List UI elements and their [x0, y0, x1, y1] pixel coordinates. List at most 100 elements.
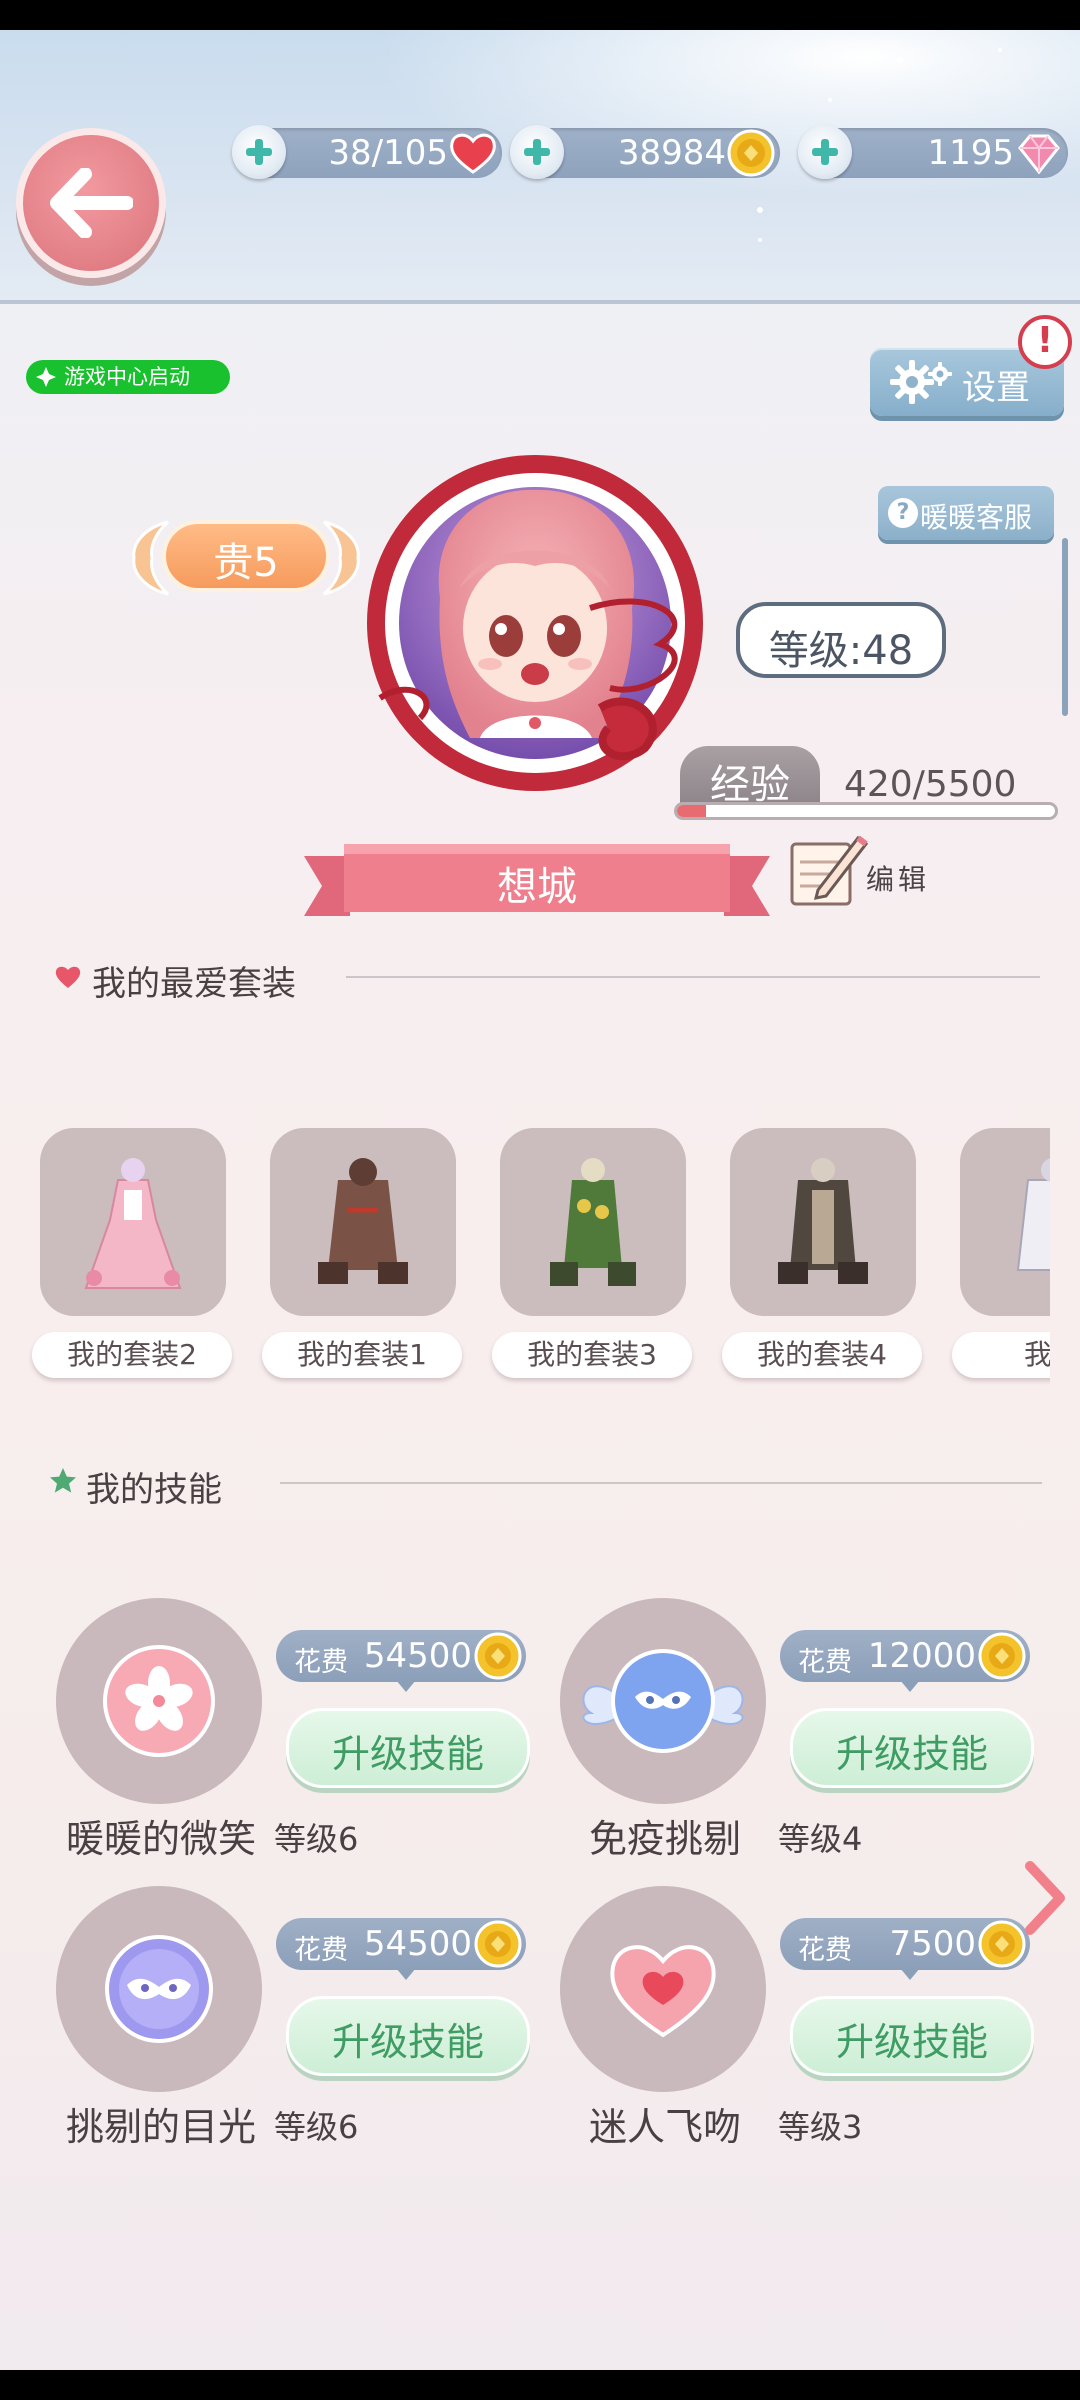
- cost-value: 12000: [867, 1636, 976, 1676]
- star-bullet-icon: [50, 1468, 76, 1493]
- alert-badge-icon: !: [1018, 315, 1072, 369]
- exp-tab: 经验: [680, 746, 820, 808]
- skill-name: 迷人飞吻: [588, 2105, 741, 2149]
- upgrade-skill-button[interactable]: 升级技能: [790, 1996, 1034, 2076]
- skill-level: 等级6: [274, 1820, 359, 1858]
- green-outfit-icon: [550, 1158, 636, 1286]
- game-center-icon: [36, 367, 56, 387]
- player-name-ribbon: 想城: [304, 840, 770, 926]
- hearts-counter: 38/105: [232, 125, 502, 179]
- game-center-badge[interactable]: 游戏中心启动: [26, 360, 230, 394]
- heart-bullet-icon: [55, 966, 81, 988]
- diamonds-counter: 1195: [798, 125, 1068, 179]
- coins-value: 38984: [617, 133, 726, 173]
- upgrade-label: 升级技能: [331, 1732, 484, 1776]
- heart-icon: [450, 133, 496, 174]
- exp-value: 420/5500: [844, 764, 1017, 805]
- coins-counter: 38984: [510, 125, 780, 179]
- gear-icon: [890, 360, 952, 404]
- outfit-card[interactable]: 我的套装4: [718, 1088, 928, 1393]
- skill-level: 等级6: [274, 2108, 359, 2146]
- coin-icon: [474, 1920, 522, 1968]
- exp-progress-fill: [677, 805, 706, 817]
- cost-label: 花费: [294, 1647, 348, 1678]
- white-outfit-icon: [1016, 1158, 1050, 1271]
- sakura-orb-icon: [103, 1645, 215, 1757]
- outfit-label: 我的: [952, 1332, 1050, 1378]
- skill-card: 免疫挑剔 等级4 花费 12000 升级技能: [560, 1598, 1060, 1868]
- upgrade-skill-button[interactable]: 升级技能: [790, 1708, 1034, 1788]
- skill-cost: 花费 54500: [276, 1630, 526, 1692]
- heart-orb-icon: [610, 1945, 716, 2038]
- outfit-label: 我的套装3: [492, 1332, 692, 1378]
- mask-orb-icon: [105, 1935, 213, 2043]
- skills-title: 我的技能: [86, 1470, 222, 1510]
- settings-label: 设置: [962, 368, 1030, 408]
- skill-card: 暖暖的微笑 等级6 花费 54500 升级技能: [56, 1598, 556, 1868]
- profile-screen: 38/105 38984 1195 游戏中心启动 设置 ! ? 暖暖客服 贵5 …: [0, 30, 1080, 2370]
- scrollbar[interactable]: [1062, 538, 1068, 716]
- level-label: 等级:48: [768, 628, 914, 674]
- customer-service-button[interactable]: ? 暖暖客服: [878, 486, 1054, 540]
- back-arrow-icon: [50, 168, 133, 238]
- cost-value: 54500: [363, 1636, 472, 1676]
- brown-outfit-icon: [318, 1158, 408, 1284]
- coin-icon: [727, 129, 775, 177]
- game-center-label: 游戏中心启动: [64, 365, 190, 389]
- outfit-card[interactable]: 我的套装2: [28, 1088, 238, 1393]
- skill-name: 暖暖的微笑: [65, 1817, 256, 1861]
- outfit-label: 我的套装1: [262, 1332, 462, 1378]
- skill-name: 免疫挑剔: [588, 1817, 741, 1861]
- skill-card: 迷人飞吻 等级3 花费 7500 升级技能: [560, 1886, 1060, 2156]
- vip-label: 贵5: [213, 540, 279, 586]
- upgrade-skill-button[interactable]: 升级技能: [286, 1996, 530, 2076]
- player-name: 想城: [497, 864, 577, 910]
- edit-name-button[interactable]: 编辑: [788, 828, 948, 918]
- skill-cost: 花费 54500: [276, 1918, 526, 1980]
- chevron-right-icon[interactable]: [1020, 1858, 1070, 1938]
- coin-icon: [474, 1632, 522, 1680]
- outfit-label: 我的套装4: [722, 1332, 922, 1378]
- favorites-divider: [346, 976, 1040, 978]
- help-icon: ?: [888, 498, 918, 528]
- player-avatar[interactable]: [360, 448, 710, 798]
- upgrade-label: 升级技能: [835, 1732, 988, 1776]
- diamonds-value: 1195: [927, 133, 1014, 173]
- hearts-value: 38/105: [328, 133, 448, 173]
- coin-icon: [978, 1632, 1026, 1680]
- level-box: 等级:48: [736, 602, 946, 678]
- skill-card: 挑剔的目光 等级6 花费 54500 升级技能: [56, 1886, 556, 2156]
- exp-progress-bar: [674, 802, 1058, 820]
- pencil-note-icon: [790, 835, 868, 906]
- outfit-card[interactable]: 我的套装1: [258, 1088, 468, 1393]
- skill-level: 等级3: [778, 2108, 863, 2146]
- upgrade-skill-button[interactable]: 升级技能: [286, 1708, 530, 1788]
- cost-label: 花费: [798, 1935, 852, 1966]
- skills-divider: [280, 1482, 1042, 1484]
- skill-name: 挑剔的目光: [65, 2105, 256, 2149]
- favorite-outfits-list[interactable]: 我的套装2 我的套装1 我的套装3 我的套装4 我: [0, 1070, 1050, 1410]
- pink-dress-outfit-icon: [84, 1158, 182, 1289]
- outfit-label: 我的套装2: [32, 1332, 232, 1378]
- outfit-card[interactable]: 我的: [948, 1088, 1050, 1393]
- topbar-divider: [0, 300, 1080, 304]
- skill-level: 等级4: [778, 1820, 863, 1858]
- add-coins-button[interactable]: [510, 125, 564, 179]
- cost-value: 54500: [363, 1924, 472, 1964]
- cost-value: 7500: [889, 1924, 976, 1964]
- skill-cost: 花费 12000: [780, 1630, 1030, 1692]
- upgrade-label: 升级技能: [835, 2020, 988, 2064]
- cost-label: 花费: [798, 1647, 852, 1678]
- skill-cost: 花费 7500: [780, 1918, 1030, 1980]
- edit-label: 编辑: [866, 863, 931, 896]
- system-nav-bar: [0, 2370, 1080, 2400]
- add-diamonds-button[interactable]: [798, 125, 852, 179]
- outfit-card[interactable]: 我的套装3: [488, 1088, 698, 1393]
- vip-badge[interactable]: 贵5: [128, 502, 364, 614]
- cost-label: 花费: [294, 1935, 348, 1966]
- add-hearts-button[interactable]: [232, 125, 286, 179]
- back-button[interactable]: [16, 128, 166, 278]
- customer-service-label: 暖暖客服: [920, 501, 1033, 534]
- favorites-title: 我的最爱套装: [92, 964, 296, 1004]
- dark-outfit-icon: [778, 1158, 868, 1284]
